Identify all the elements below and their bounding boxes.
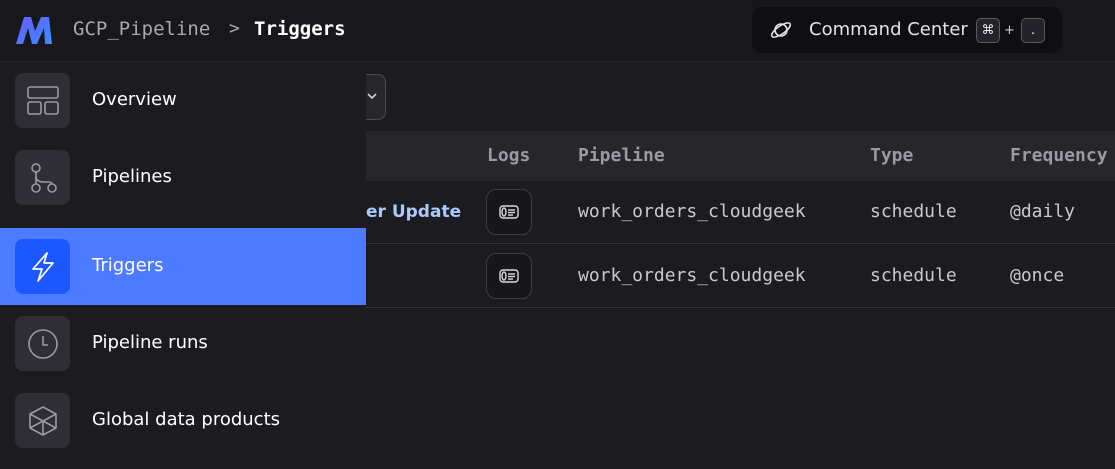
chevron-down-icon bbox=[367, 93, 377, 100]
shortcut-key-period: . bbox=[1021, 18, 1045, 43]
shortcut-key-command: ⌘ bbox=[976, 18, 1000, 43]
triggers-icon-box bbox=[15, 239, 70, 294]
pipeline-runs-icon-box bbox=[15, 316, 70, 371]
navigation-sidebar: Overview Pipelines Triggers Pipeline run… bbox=[0, 62, 366, 469]
pipeline-cell[interactable]: work_orders_cloudgeek bbox=[578, 264, 806, 288]
breadcrumb-project[interactable]: GCP_Pipeline bbox=[73, 17, 210, 41]
breadcrumb-separator: > bbox=[229, 18, 240, 39]
table-row[interactable]: er Update work_orders_cloudgeek schedule… bbox=[366, 181, 1115, 244]
type-cell: schedule bbox=[870, 201, 957, 222]
sidebar-item-triggers[interactable]: Triggers bbox=[0, 228, 366, 305]
sidebar-item-label: Global data products bbox=[92, 409, 281, 430]
lightning-icon bbox=[32, 252, 54, 282]
command-center-label: Command Center bbox=[809, 19, 968, 40]
table-header: Logs Pipeline Type Frequency bbox=[366, 131, 1115, 181]
logs-button[interactable] bbox=[486, 189, 532, 235]
sidebar-item-pipeline-runs[interactable]: Pipeline runs bbox=[0, 305, 366, 382]
type-cell: schedule bbox=[870, 265, 957, 286]
clock-icon bbox=[28, 329, 58, 359]
page-title: Triggers bbox=[254, 18, 346, 40]
logs-button[interactable] bbox=[486, 253, 532, 299]
frequency-cell: @daily bbox=[1010, 201, 1076, 222]
table-row[interactable]: work_orders_cloudgeek schedule @once bbox=[366, 245, 1115, 308]
sidebar-item-global-data-products[interactable]: Global data products bbox=[0, 382, 366, 459]
sidebar-item-label: Triggers bbox=[92, 255, 164, 276]
mage-logo-icon[interactable] bbox=[16, 17, 52, 44]
pipelines-icon bbox=[31, 163, 57, 193]
pipeline-cell[interactable]: work_orders_cloudgeek bbox=[578, 200, 806, 224]
top-bar: GCP_Pipeline > Triggers Command Center ⌘… bbox=[0, 0, 1115, 62]
sidebar-item-label: Pipelines bbox=[92, 166, 172, 187]
column-header-logs[interactable]: Logs bbox=[487, 144, 530, 168]
trigger-name-link[interactable]: er Update bbox=[366, 200, 461, 224]
logs-icon bbox=[499, 269, 519, 283]
frequency-cell: @once bbox=[1010, 265, 1065, 286]
planet-icon bbox=[770, 22, 792, 38]
sidebar-item-label: Overview bbox=[92, 89, 177, 110]
sidebar-item-label: Pipeline runs bbox=[92, 332, 208, 353]
column-header-pipeline[interactable]: Pipeline bbox=[578, 144, 665, 168]
command-center-button[interactable]: Command Center ⌘ + . bbox=[752, 7, 1062, 53]
overview-icon-box bbox=[15, 73, 70, 128]
logs-icon bbox=[499, 205, 519, 219]
column-header-type[interactable]: Type bbox=[870, 144, 913, 168]
cube-icon bbox=[29, 406, 57, 436]
column-header-frequency[interactable]: Frequency bbox=[1010, 144, 1108, 168]
shortcut-plus: + bbox=[1004, 23, 1015, 38]
sidebar-item-overview[interactable]: Overview bbox=[0, 62, 366, 139]
sidebar-item-pipelines[interactable]: Pipelines bbox=[0, 139, 366, 216]
global-data-products-icon-box bbox=[15, 393, 70, 448]
pipelines-icon-box bbox=[15, 150, 70, 205]
layout-icon bbox=[27, 86, 59, 115]
